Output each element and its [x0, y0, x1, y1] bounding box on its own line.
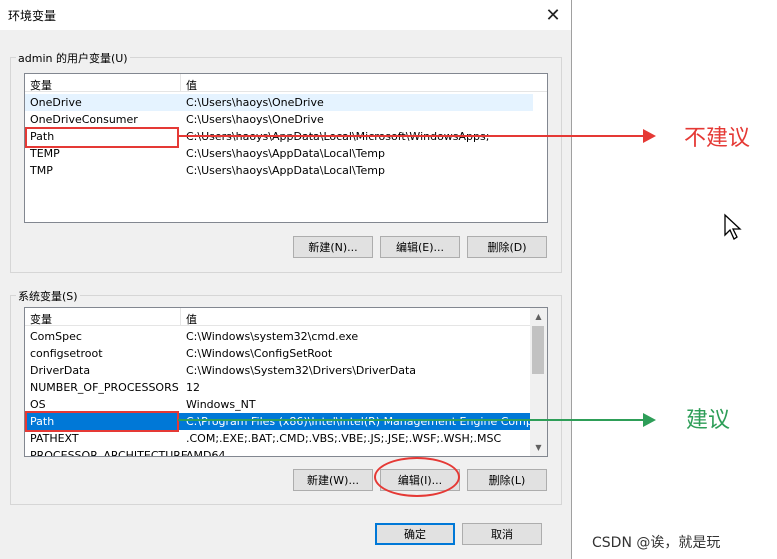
- variable-value: C:\Windows\System32\Drivers\DriverData: [186, 364, 417, 377]
- user-variables-label: admin 的用户变量(U): [16, 50, 130, 66]
- variable-value: 12: [186, 381, 200, 394]
- variable-name: Path: [30, 130, 55, 143]
- recommended-label: 建议: [686, 408, 731, 433]
- variable-name: PROCESSOR_ARCHITECTURE: [30, 449, 188, 457]
- cancel-button[interactable]: 取消: [462, 523, 542, 545]
- scrollbar-thumb[interactable]: [532, 326, 544, 374]
- system-list-header: 变量 值: [25, 308, 530, 326]
- variable-name: NUMBER_OF_PROCESSORS: [30, 381, 179, 394]
- edit-button-highlight: [374, 457, 460, 497]
- table-row[interactable]: PROCESSOR_ARCHITECTURE AMD64: [25, 447, 532, 457]
- environment-variables-dialog: 环境变量 ✕ admin 的用户变量(U) 变量 值 OneDrive C:\U…: [0, 0, 572, 559]
- window-title: 环境变量: [8, 9, 57, 23]
- close-icon[interactable]: ✕: [540, 2, 566, 28]
- system-variables-list[interactable]: 变量 值 ComSpec C:\Windows\system32\cmd.exe…: [24, 307, 548, 457]
- ok-button[interactable]: 确定: [375, 523, 455, 545]
- arrow-icon: [178, 129, 656, 143]
- column-header-variable[interactable]: 变量: [30, 77, 52, 93]
- column-header-value[interactable]: 值: [186, 77, 197, 93]
- table-row[interactable]: OneDrive C:\Users\haoys\OneDrive: [25, 94, 533, 111]
- variable-value: AMD64: [186, 449, 226, 457]
- user-variables-list[interactable]: 变量 值 OneDrive C:\Users\haoys\OneDrive On…: [24, 73, 548, 223]
- scroll-up-icon[interactable]: ▲: [530, 308, 547, 325]
- variable-name: configsetroot: [30, 347, 103, 360]
- variable-value: C:\Users\haoys\OneDrive: [186, 113, 324, 126]
- watermark: CSDN @诶，就是玩: [592, 535, 721, 551]
- table-row[interactable]: configsetroot C:\Windows\ConfigSetRoot: [25, 345, 532, 362]
- scroll-down-icon[interactable]: ▼: [530, 439, 547, 456]
- mouse-cursor-icon: [724, 213, 742, 240]
- not-recommended-label: 不建议: [684, 126, 751, 151]
- user-new-button[interactable]: 新建(N)...: [293, 236, 373, 258]
- variable-name: DriverData: [30, 364, 91, 377]
- column-header-value[interactable]: 值: [186, 311, 197, 327]
- vertical-scrollbar[interactable]: ▲ ▼: [530, 308, 547, 456]
- table-row[interactable]: TMP C:\Users\haoys\AppData\Local\Temp: [25, 162, 533, 179]
- variable-value: C:\Users\haoys\AppData\Local\Temp: [186, 147, 385, 160]
- variable-name: OneDriveConsumer: [30, 113, 138, 126]
- table-row[interactable]: ComSpec C:\Windows\system32\cmd.exe: [25, 328, 532, 345]
- system-delete-button[interactable]: 删除(L): [467, 469, 547, 491]
- system-variables-label: 系统变量(S): [16, 288, 80, 304]
- title-bar: 环境变量 ✕: [0, 0, 571, 30]
- variable-name: TMP: [30, 164, 53, 177]
- table-row[interactable]: NUMBER_OF_PROCESSORS 12: [25, 379, 532, 396]
- table-row[interactable]: PATHEXT .COM;.EXE;.BAT;.CMD;.VBS;.VBE;.J…: [25, 430, 532, 447]
- user-edit-button[interactable]: 编辑(E)...: [380, 236, 460, 258]
- variable-name: ComSpec: [30, 330, 82, 343]
- user-list-header: 变量 值: [25, 74, 547, 92]
- arrow-icon: [178, 413, 656, 427]
- variable-name: OS: [30, 398, 46, 411]
- user-delete-button[interactable]: 删除(D): [467, 236, 547, 258]
- variable-name: OneDrive: [30, 96, 82, 109]
- table-row[interactable]: DriverData C:\Windows\System32\Drivers\D…: [25, 362, 532, 379]
- variable-value: C:\Windows\ConfigSetRoot: [186, 347, 333, 360]
- variable-name: TEMP: [30, 147, 60, 160]
- variable-value: C:\Users\haoys\AppData\Local\Temp: [186, 164, 385, 177]
- table-row[interactable]: TEMP C:\Users\haoys\AppData\Local\Temp: [25, 145, 533, 162]
- variable-value: C:\Windows\system32\cmd.exe: [186, 330, 359, 343]
- system-new-button[interactable]: 新建(W)...: [293, 469, 373, 491]
- variable-value: C:\Users\haoys\OneDrive: [186, 96, 324, 109]
- column-header-variable[interactable]: 变量: [30, 311, 52, 327]
- variable-value: .COM;.EXE;.BAT;.CMD;.VBS;.VBE;.JS;.JSE;.…: [186, 432, 502, 445]
- variable-name: Path: [30, 415, 55, 428]
- variable-name: PATHEXT: [30, 432, 79, 445]
